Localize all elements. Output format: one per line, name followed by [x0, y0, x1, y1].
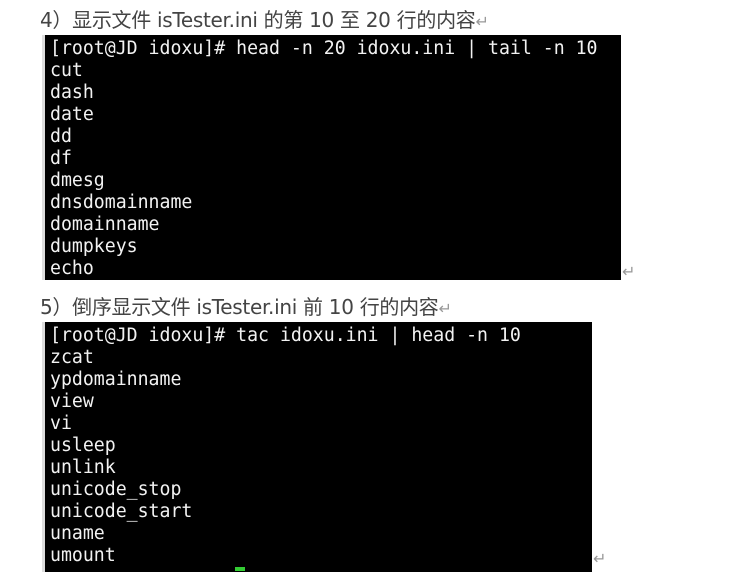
terminal-output-line: unicode_stop	[50, 479, 182, 500]
return-mark-icon: ↵	[475, 12, 489, 31]
terminal-cursor	[235, 567, 245, 571]
terminal-screenshot-1: [root@JD idoxu]# head -n 20 idoxu.ini | …	[42, 35, 621, 280]
terminal-output-line: domainname	[50, 214, 160, 235]
terminal-output-line: view	[50, 391, 94, 412]
terminal-output-line: unlink	[50, 457, 116, 478]
terminal-output-line: ypdomainname	[50, 369, 182, 390]
terminal-output-line: uname	[50, 523, 105, 544]
terminal-output-line: umount	[50, 545, 116, 566]
return-mark-icon: ↵	[622, 262, 636, 281]
heading-text: 4）显示文件 isTester.ini 的第 10 至 20 行的内容	[40, 8, 476, 32]
heading-text: 5）倒序显示文件 isTester.ini 前 10 行的内容	[40, 295, 439, 319]
terminal-output-line: zcat	[50, 347, 94, 368]
terminal-output-line: dd	[50, 126, 72, 147]
terminal-output-line: dnsdomainname	[50, 192, 193, 213]
terminal-output-line: dumpkeys	[50, 236, 138, 257]
terminal-output-line: df	[50, 148, 72, 169]
terminal-output-line: usleep	[50, 435, 116, 456]
terminal-command: [root@JD idoxu]# head -n 20 idoxu.ini | …	[50, 38, 598, 59]
section-4-heading: 4）显示文件 isTester.ini 的第 10 至 20 行的内容↵	[40, 4, 489, 33]
terminal-output-line: vi	[50, 413, 72, 434]
terminal-output-line: dmesg	[50, 170, 105, 191]
terminal-output-line: echo	[50, 258, 94, 279]
terminal-command: [root@JD idoxu]# tac idoxu.ini | head -n…	[50, 325, 521, 346]
terminal-output-line: cut	[50, 60, 83, 81]
return-mark-icon: ↵	[438, 299, 452, 318]
terminal-output-line: unicode_start	[50, 501, 193, 522]
terminal-output-line: dash	[50, 82, 94, 103]
terminal-output-line: date	[50, 104, 94, 125]
section-5-heading: 5）倒序显示文件 isTester.ini 前 10 行的内容↵	[40, 291, 452, 320]
return-mark-icon: ↵	[593, 549, 607, 568]
terminal-screenshot-2: [root@JD idoxu]# tac idoxu.ini | head -n…	[42, 322, 592, 572]
